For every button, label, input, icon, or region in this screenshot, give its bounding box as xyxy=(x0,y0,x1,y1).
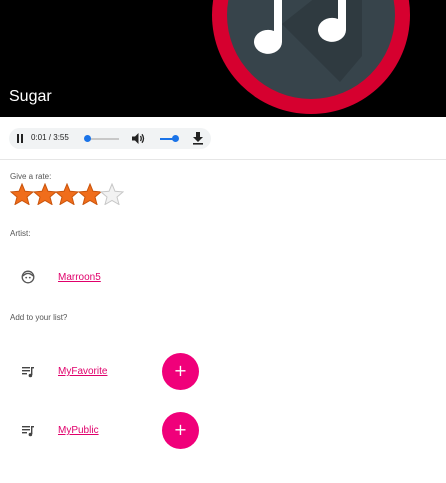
add-to-myfavorite-button[interactable]: + xyxy=(162,353,199,390)
artist-label: Artist: xyxy=(10,229,31,238)
playlist-icon xyxy=(22,426,34,437)
volume-icon[interactable] xyxy=(131,132,145,145)
playback-time: 0:01 / 3:55 xyxy=(31,133,69,142)
audio-player: 0:01 / 3:55 xyxy=(9,128,211,149)
volume-knob[interactable] xyxy=(172,135,179,142)
face-icon xyxy=(21,270,35,284)
list-link-myfavorite[interactable]: MyFavorite xyxy=(58,366,107,377)
add-to-mypublic-button[interactable]: + xyxy=(162,412,199,449)
lists-label: Add to your list? xyxy=(10,313,68,322)
list-link-mypublic[interactable]: MyPublic xyxy=(58,425,99,436)
divider xyxy=(0,159,446,160)
track-header: Sugar xyxy=(0,0,446,117)
artist-link[interactable]: Marroon5 xyxy=(58,272,101,283)
playlist-icon xyxy=(22,367,34,378)
star-empty-icon[interactable] xyxy=(100,183,124,205)
seek-knob[interactable] xyxy=(84,135,91,142)
star-filled-icon[interactable] xyxy=(32,183,57,205)
star-filled-icon[interactable] xyxy=(55,183,79,205)
star-filled-icon[interactable] xyxy=(10,183,34,205)
album-art-music-note-icon xyxy=(212,0,410,114)
seek-bar[interactable] xyxy=(87,138,119,140)
download-icon[interactable] xyxy=(192,132,204,145)
rating-label: Give a rate: xyxy=(10,172,52,181)
pause-icon[interactable] xyxy=(17,134,24,143)
track-title: Sugar xyxy=(9,88,52,105)
star-filled-icon[interactable] xyxy=(77,183,102,205)
